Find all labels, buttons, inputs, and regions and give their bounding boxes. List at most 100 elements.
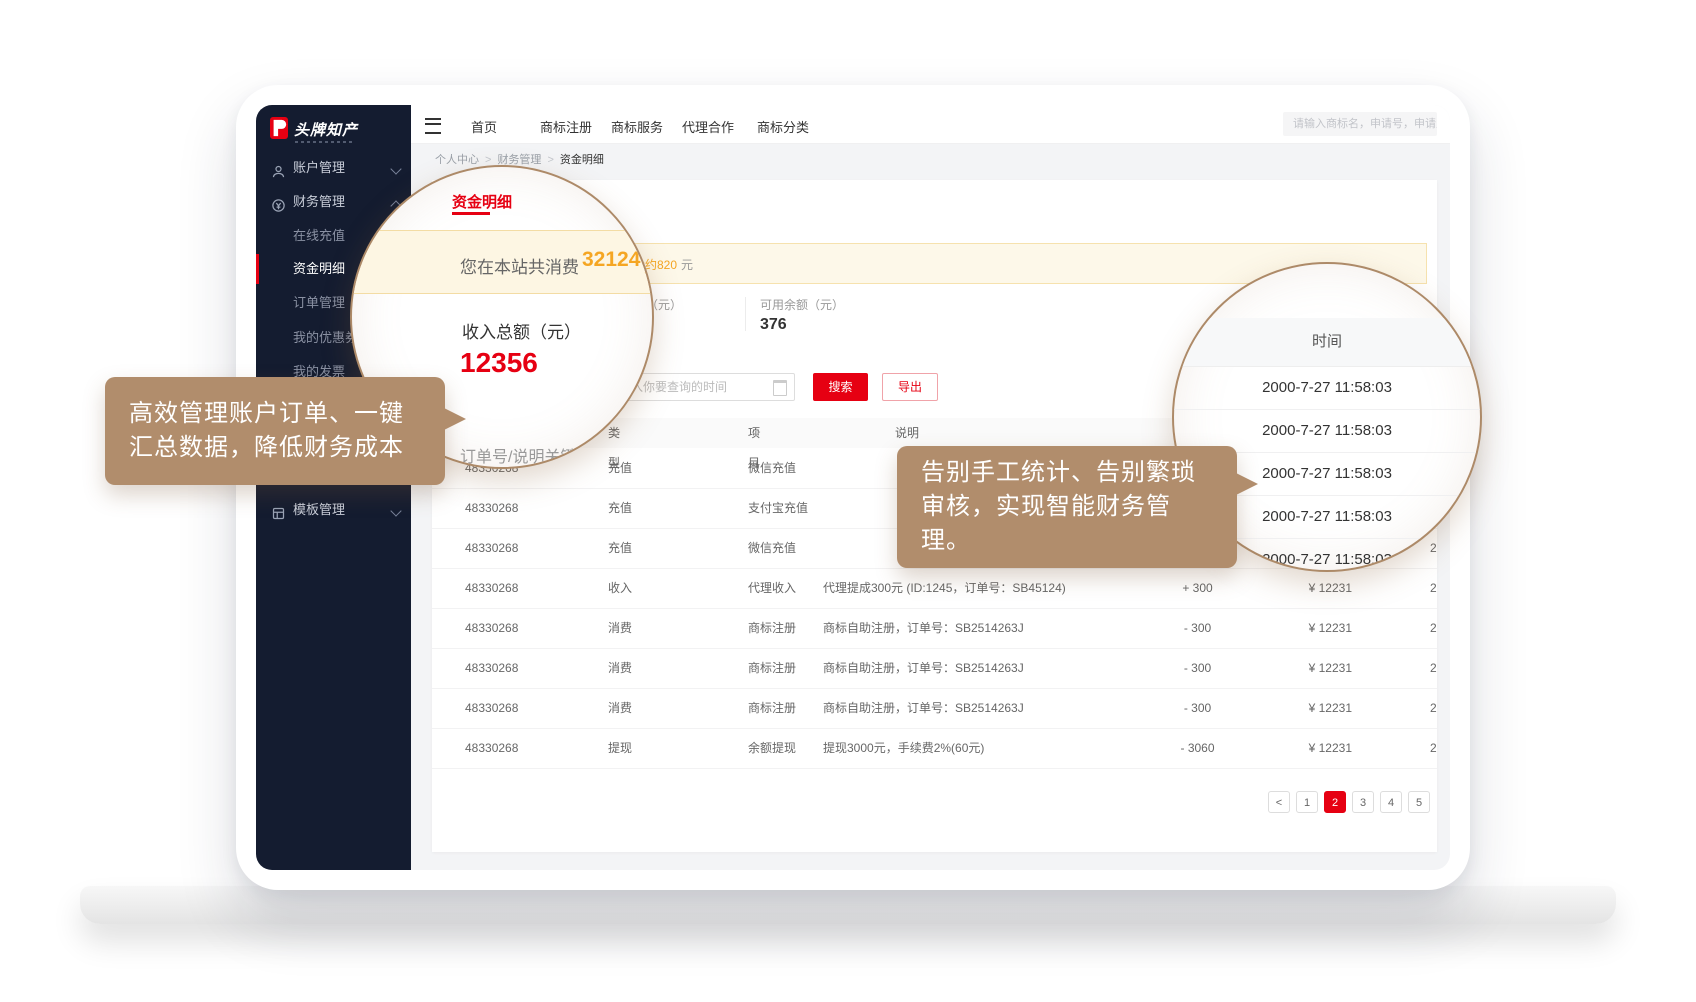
magnified-income-label: 收入总额（元） bbox=[462, 318, 581, 343]
menu-icon[interactable] bbox=[425, 118, 441, 134]
sidebar-item-account[interactable]: 账户管理 bbox=[256, 153, 411, 183]
banner-unit: 元 bbox=[681, 258, 693, 272]
nav-trademark-register[interactable]: 商标注册 bbox=[540, 117, 592, 136]
cell-project: 微信充值 bbox=[748, 528, 796, 568]
sidebar-item-label: 模板管理 bbox=[293, 495, 345, 525]
table-row: 48330268 收入 代理收入 代理提成300元 (ID:1245，订单号：S… bbox=[432, 568, 1437, 609]
callout-line: 理。 bbox=[921, 524, 1213, 558]
magnified-title-underline bbox=[452, 212, 490, 215]
cell-desc: 代理提成300元 (ID:1245，订单号：SB45124) bbox=[823, 568, 1066, 608]
cell-time: 2000-7-27 11:58:03 bbox=[1430, 648, 1437, 688]
cell-order: 48330268 bbox=[465, 608, 518, 648]
sidebar-item-label: 资金明细 bbox=[293, 254, 345, 284]
cell-order: 48330268 bbox=[465, 488, 518, 528]
nav-agency[interactable]: 代理合作 bbox=[682, 117, 734, 136]
cell-type: 消费 bbox=[608, 688, 632, 728]
stat-divider bbox=[745, 297, 746, 331]
header-desc: 说明 bbox=[895, 418, 919, 448]
pagination-page-3[interactable]: 3 bbox=[1352, 791, 1374, 813]
cell-amount: - 300 bbox=[1155, 648, 1240, 688]
magnified-banner-amount: 32124 bbox=[582, 248, 640, 272]
cell-desc: 商标自助注册，订单号：SB2514263J bbox=[823, 608, 1024, 648]
export-button[interactable]: 导出 bbox=[882, 373, 938, 401]
magnified-banner-prefix: 您在本站共消费 bbox=[460, 253, 579, 278]
table-row: 48330268 消费 商标注册 商标自助注册，订单号：SB2514263J -… bbox=[432, 688, 1437, 729]
callout-line: 汇总数据，降低财务成本 bbox=[129, 431, 421, 465]
sidebar-item-finance[interactable]: 财务管理 bbox=[256, 187, 411, 217]
cell-desc: 商标自助注册，订单号：SB2514263J bbox=[823, 648, 1024, 688]
magnified-order-header: 订单号/说明关键 bbox=[460, 443, 576, 467]
cell-amount: - 300 bbox=[1155, 608, 1240, 648]
callout-line: 审核，实现智能财务管 bbox=[921, 490, 1213, 524]
cell-balance: ¥ 12231 bbox=[1278, 728, 1352, 768]
cell-project: 商标注册 bbox=[748, 648, 796, 688]
chevron-down-icon bbox=[390, 505, 401, 516]
user-icon bbox=[271, 160, 287, 176]
sidebar-item-label: 财务管理 bbox=[293, 187, 345, 217]
table-row: 48330268 消费 商标注册 商标自助注册，订单号：SB2514263J -… bbox=[432, 608, 1437, 649]
stat-balance-value: 376 bbox=[760, 316, 787, 334]
pagination-prev[interactable]: < bbox=[1268, 791, 1290, 813]
cell-project: 余额提现 bbox=[748, 728, 796, 768]
nav-trademark-service[interactable]: 商标服务 bbox=[611, 117, 663, 136]
breadcrumb-separator: > bbox=[485, 154, 491, 166]
breadcrumb-separator: > bbox=[547, 154, 553, 166]
callout-right: 告别手工统计、告别繁琐 审核，实现智能财务管 理。 bbox=[897, 446, 1237, 568]
breadcrumb-item[interactable]: 个人中心 bbox=[435, 154, 479, 166]
header-project[interactable]: 项目 bbox=[748, 418, 759, 448]
cell-type: 充值 bbox=[608, 448, 632, 488]
cell-amount: - 3060 bbox=[1155, 728, 1240, 768]
laptop-base bbox=[80, 886, 1616, 924]
finance-icon bbox=[271, 194, 287, 210]
callout-line: 高效管理账户订单、一键 bbox=[129, 397, 421, 431]
cell-type: 充值 bbox=[608, 488, 632, 528]
magnified-time-row: 2000-7-27 11:58:03 bbox=[1174, 366, 1480, 410]
cell-time: 2000-7-27 11:58:03 bbox=[1430, 568, 1437, 608]
template-icon bbox=[271, 502, 287, 518]
cell-desc: 提现3000元，手续费2%(60元) bbox=[823, 728, 984, 768]
magnified-time-header: 时间 bbox=[1174, 318, 1480, 367]
cell-project: 商标注册 bbox=[748, 608, 796, 648]
cell-time: 2000-7-27 11:58:03 bbox=[1430, 688, 1437, 728]
pagination-page-2-active[interactable]: 2 bbox=[1324, 791, 1346, 813]
nav-trademark-category[interactable]: 商标分类 bbox=[757, 117, 809, 136]
search-input[interactable] bbox=[1283, 112, 1437, 136]
cell-amount: + 300 bbox=[1155, 568, 1240, 608]
cell-balance: ¥ 12231 bbox=[1278, 688, 1352, 728]
cell-type: 提现 bbox=[608, 728, 632, 768]
callout-arrow-icon bbox=[1236, 473, 1258, 495]
table-row: 48330268 提现 余额提现 提现3000元，手续费2%(60元) - 30… bbox=[432, 728, 1437, 769]
calendar-icon[interactable] bbox=[773, 380, 787, 396]
sidebar-item-templates[interactable]: 模板管理 bbox=[256, 495, 411, 525]
breadcrumb-current: 资金明细 bbox=[560, 154, 604, 166]
sidebar-item-label: 我的优惠券 bbox=[293, 323, 358, 353]
cell-time: 2000-7-27 11:58:03 bbox=[1430, 728, 1437, 768]
search-button[interactable]: 搜索 bbox=[813, 373, 868, 401]
sidebar-item-label: 在线充值 bbox=[293, 221, 345, 251]
cell-desc: 商标自助注册，订单号：SB2514263J bbox=[823, 688, 1024, 728]
magnified-page-title: 资金明细 bbox=[452, 191, 512, 212]
pagination-page-5[interactable]: 5 bbox=[1408, 791, 1430, 813]
brand-subtitle-dots bbox=[295, 141, 353, 143]
table-row: 48330268 消费 商标注册 商标自助注册，订单号：SB2514263J -… bbox=[432, 648, 1437, 689]
cell-order: 48330268 bbox=[465, 528, 518, 568]
chevron-down-icon bbox=[390, 163, 401, 174]
sidebar-item-label: 订单管理 bbox=[293, 288, 345, 318]
cell-order: 48330268 bbox=[465, 688, 518, 728]
cell-order: 48330268 bbox=[465, 648, 518, 688]
cell-type: 消费 bbox=[608, 608, 632, 648]
cell-balance: ¥ 12231 bbox=[1278, 648, 1352, 688]
cell-project: 代理收入 bbox=[748, 568, 796, 608]
active-indicator bbox=[256, 254, 259, 284]
cell-type: 消费 bbox=[608, 648, 632, 688]
pagination-page-1[interactable]: 1 bbox=[1296, 791, 1318, 813]
nav-home[interactable]: 首页 bbox=[471, 117, 497, 136]
callout-line: 告别手工统计、告别繁琐 bbox=[921, 456, 1213, 490]
pagination-page-4[interactable]: 4 bbox=[1380, 791, 1402, 813]
sidebar-item-label: 账户管理 bbox=[293, 153, 345, 183]
magnified-income-value: 12356 bbox=[460, 347, 538, 379]
cell-order: 48330268 bbox=[465, 728, 518, 768]
callout-arrow-icon bbox=[444, 408, 466, 430]
cell-order: 48330268 bbox=[465, 568, 518, 608]
stat-balance-label: 可用余额（元） bbox=[760, 296, 844, 313]
